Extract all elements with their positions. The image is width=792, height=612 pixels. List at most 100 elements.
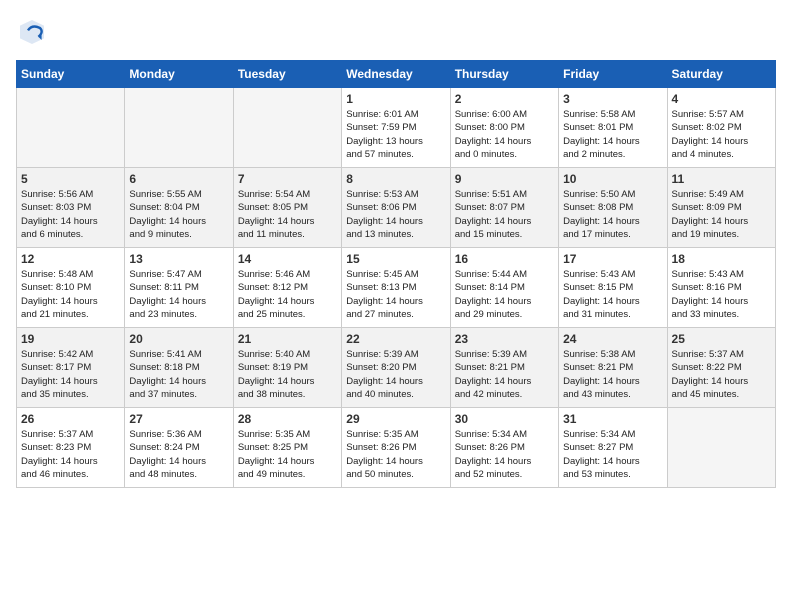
calendar-cell: 16 Sunrise: 5:44 AM Sunset: 8:14 PM Dayli… [450, 248, 558, 328]
day-number: 31 [563, 412, 662, 426]
day-number: 21 [238, 332, 337, 346]
day-details: Sunrise: 5:37 AM Sunset: 8:23 PM Dayligh… [21, 428, 120, 481]
weekday-header: Sunday [17, 61, 125, 88]
calendar-cell: 1Sunrise: 6:01 AM Sunset: 7:59 PM Daylig… [342, 88, 450, 168]
day-details: Sunrise: 5:58 AM Sunset: 8:01 PM Dayligh… [563, 108, 662, 161]
day-details: Sunrise: 5:42 AM Sunset: 8:17 PM Dayligh… [21, 348, 120, 401]
calendar-cell: 25Sunrise: 5:37 AM Sunset: 8:22 PM Dayli… [667, 328, 775, 408]
day-details: Sunrise: 5:38 AM Sunset: 8:21 PM Dayligh… [563, 348, 662, 401]
calendar-cell: 20 Sunrise: 5:41 AM Sunset: 8:18 PM Dayli… [125, 328, 233, 408]
calendar-cell: 5 Sunrise: 5:56 AM Sunset: 8:03 PM Daylig… [17, 168, 125, 248]
calendar-week-row: 19 Sunrise: 5:42 AM Sunset: 8:17 PM Dayli… [17, 328, 776, 408]
day-number: 3 [563, 92, 662, 106]
day-number: 20 [129, 332, 228, 346]
day-number: 23 [455, 332, 554, 346]
calendar-cell: 23 Sunrise: 5:39 AM Sunset: 8:21 PM Dayli… [450, 328, 558, 408]
calendar-cell: 9 Sunrise: 5:51 AM Sunset: 8:07 PM Daylig… [450, 168, 558, 248]
calendar-cell: 27Sunrise: 5:36 AM Sunset: 8:24 PM Dayli… [125, 408, 233, 488]
calendar-table: SundayMondayTuesdayWednesdayThursdayFrid… [16, 60, 776, 488]
calendar-cell: 11Sunrise: 5:49 AM Sunset: 8:09 PM Dayli… [667, 168, 775, 248]
day-details: Sunrise: 5:44 AM Sunset: 8:14 PM Dayligh… [455, 268, 554, 321]
calendar-cell [17, 88, 125, 168]
day-details: Sunrise: 5:47 AM Sunset: 8:11 PM Dayligh… [129, 268, 228, 321]
day-details: Sunrise: 5:39 AM Sunset: 8:20 PM Dayligh… [346, 348, 445, 401]
calendar-cell: 2 Sunrise: 6:00 AM Sunset: 8:00 PM Daylig… [450, 88, 558, 168]
day-number: 16 [455, 252, 554, 266]
calendar-cell: 15 Sunrise: 5:45 AM Sunset: 8:13 PM Dayli… [342, 248, 450, 328]
calendar-cell: 30 Sunrise: 5:34 AM Sunset: 8:26 PM Dayli… [450, 408, 558, 488]
calendar-cell: 26 Sunrise: 5:37 AM Sunset: 8:23 PM Dayli… [17, 408, 125, 488]
calendar-cell: 12 Sunrise: 5:48 AM Sunset: 8:10 PM Dayli… [17, 248, 125, 328]
calendar-cell: 4 Sunrise: 5:57 AM Sunset: 8:02 PM Daylig… [667, 88, 775, 168]
day-number: 18 [672, 252, 771, 266]
day-details: Sunrise: 5:35 AM Sunset: 8:26 PM Dayligh… [346, 428, 445, 481]
weekday-header: Wednesday [342, 61, 450, 88]
day-number: 15 [346, 252, 445, 266]
page-header [16, 16, 776, 48]
weekday-header-row: SundayMondayTuesdayWednesdayThursdayFrid… [17, 61, 776, 88]
day-number: 8 [346, 172, 445, 186]
calendar-week-row: 26 Sunrise: 5:37 AM Sunset: 8:23 PM Dayli… [17, 408, 776, 488]
day-number: 26 [21, 412, 120, 426]
day-number: 9 [455, 172, 554, 186]
day-number: 19 [21, 332, 120, 346]
calendar-cell [233, 88, 341, 168]
day-details: Sunrise: 6:00 AM Sunset: 8:00 PM Dayligh… [455, 108, 554, 161]
day-details: Sunrise: 5:53 AM Sunset: 8:06 PM Dayligh… [346, 188, 445, 241]
day-details: Sunrise: 5:57 AM Sunset: 8:02 PM Dayligh… [672, 108, 771, 161]
day-details: Sunrise: 5:46 AM Sunset: 8:12 PM Dayligh… [238, 268, 337, 321]
weekday-header: Tuesday [233, 61, 341, 88]
day-details: Sunrise: 5:54 AM Sunset: 8:05 PM Dayligh… [238, 188, 337, 241]
day-number: 28 [238, 412, 337, 426]
calendar-week-row: 5 Sunrise: 5:56 AM Sunset: 8:03 PM Daylig… [17, 168, 776, 248]
day-number: 4 [672, 92, 771, 106]
day-number: 12 [21, 252, 120, 266]
day-details: Sunrise: 5:37 AM Sunset: 8:22 PM Dayligh… [672, 348, 771, 401]
day-details: Sunrise: 5:56 AM Sunset: 8:03 PM Dayligh… [21, 188, 120, 241]
calendar-cell: 29Sunrise: 5:35 AM Sunset: 8:26 PM Dayli… [342, 408, 450, 488]
calendar-cell: 24 Sunrise: 5:38 AM Sunset: 8:21 PM Dayli… [559, 328, 667, 408]
calendar-cell: 19 Sunrise: 5:42 AM Sunset: 8:17 PM Dayli… [17, 328, 125, 408]
logo-icon [16, 16, 48, 48]
calendar-cell: 6 Sunrise: 5:55 AM Sunset: 8:04 PM Daylig… [125, 168, 233, 248]
day-details: Sunrise: 5:41 AM Sunset: 8:18 PM Dayligh… [129, 348, 228, 401]
day-number: 27 [129, 412, 228, 426]
day-number: 24 [563, 332, 662, 346]
calendar-cell: 18Sunrise: 5:43 AM Sunset: 8:16 PM Dayli… [667, 248, 775, 328]
day-details: Sunrise: 5:39 AM Sunset: 8:21 PM Dayligh… [455, 348, 554, 401]
day-number: 17 [563, 252, 662, 266]
calendar-cell: 28 Sunrise: 5:35 AM Sunset: 8:25 PM Dayli… [233, 408, 341, 488]
day-number: 10 [563, 172, 662, 186]
weekday-header: Thursday [450, 61, 558, 88]
calendar-cell: 31 Sunrise: 5:34 AM Sunset: 8:27 PM Dayli… [559, 408, 667, 488]
day-number: 7 [238, 172, 337, 186]
day-number: 30 [455, 412, 554, 426]
day-number: 13 [129, 252, 228, 266]
day-details: Sunrise: 5:51 AM Sunset: 8:07 PM Dayligh… [455, 188, 554, 241]
day-details: Sunrise: 5:40 AM Sunset: 8:19 PM Dayligh… [238, 348, 337, 401]
day-details: Sunrise: 5:55 AM Sunset: 8:04 PM Dayligh… [129, 188, 228, 241]
calendar-cell: 14Sunrise: 5:46 AM Sunset: 8:12 PM Dayli… [233, 248, 341, 328]
calendar-cell: 8 Sunrise: 5:53 AM Sunset: 8:06 PM Daylig… [342, 168, 450, 248]
day-number: 1 [346, 92, 445, 106]
calendar-week-row: 12 Sunrise: 5:48 AM Sunset: 8:10 PM Dayli… [17, 248, 776, 328]
day-details: Sunrise: 5:35 AM Sunset: 8:25 PM Dayligh… [238, 428, 337, 481]
logo [16, 16, 52, 48]
calendar-cell: 17 Sunrise: 5:43 AM Sunset: 8:15 PM Dayli… [559, 248, 667, 328]
day-details: Sunrise: 5:34 AM Sunset: 8:26 PM Dayligh… [455, 428, 554, 481]
weekday-header: Saturday [667, 61, 775, 88]
day-number: 5 [21, 172, 120, 186]
day-number: 11 [672, 172, 771, 186]
calendar-week-row: 1Sunrise: 6:01 AM Sunset: 7:59 PM Daylig… [17, 88, 776, 168]
weekday-header: Monday [125, 61, 233, 88]
calendar-cell: 3 Sunrise: 5:58 AM Sunset: 8:01 PM Daylig… [559, 88, 667, 168]
day-details: Sunrise: 5:43 AM Sunset: 8:15 PM Dayligh… [563, 268, 662, 321]
day-number: 2 [455, 92, 554, 106]
day-number: 6 [129, 172, 228, 186]
calendar-cell: 13 Sunrise: 5:47 AM Sunset: 8:11 PM Dayli… [125, 248, 233, 328]
calendar-cell: 22Sunrise: 5:39 AM Sunset: 8:20 PM Dayli… [342, 328, 450, 408]
day-details: Sunrise: 5:34 AM Sunset: 8:27 PM Dayligh… [563, 428, 662, 481]
day-details: Sunrise: 5:45 AM Sunset: 8:13 PM Dayligh… [346, 268, 445, 321]
day-details: Sunrise: 5:48 AM Sunset: 8:10 PM Dayligh… [21, 268, 120, 321]
calendar-cell: 7 Sunrise: 5:54 AM Sunset: 8:05 PM Daylig… [233, 168, 341, 248]
